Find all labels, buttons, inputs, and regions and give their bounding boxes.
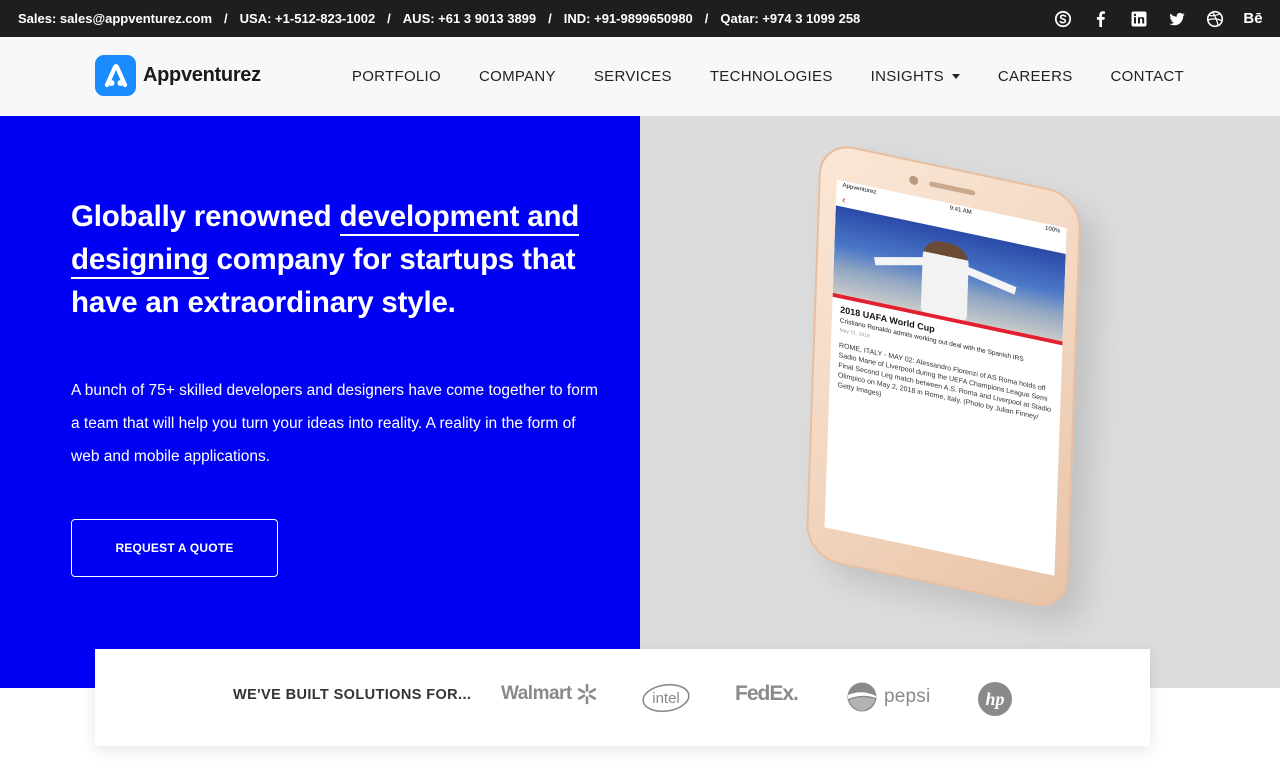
nav-services[interactable]: SERVICES: [594, 68, 672, 85]
clients-strip: WE'VE BUILT SOLUTIONS FOR... Walmart int…: [95, 649, 1150, 746]
main-nav: PORTFOLIO COMPANY SERVICES TECHNOLOGIES …: [352, 37, 1184, 116]
svg-text:hp: hp: [985, 689, 1004, 709]
qatar-phone-link[interactable]: Qatar: +974 3 1099 258: [720, 11, 860, 26]
nav-company[interactable]: COMPANY: [479, 68, 556, 85]
fedex-logo: FedEx.: [735, 682, 799, 705]
social-links: Bē: [1054, 0, 1263, 37]
walmart-spark-icon: [577, 683, 596, 705]
clients-label: WE'VE BUILT SOLUTIONS FOR...: [233, 687, 472, 703]
player-arm: [874, 257, 929, 266]
phone-camera: [909, 174, 919, 186]
site-logo[interactable]: Appventurez: [95, 55, 261, 96]
intel-logo: intel: [641, 682, 691, 714]
logo-text: Appventurez: [143, 64, 261, 86]
pepsi-logo: pepsi: [846, 681, 930, 713]
nav-insights[interactable]: INSIGHTS: [871, 68, 960, 85]
hp-logo: hp: [977, 681, 1013, 717]
separator: /: [704, 11, 709, 26]
hero-title-highlight: development and: [339, 200, 579, 236]
svg-text:intel: intel: [652, 690, 680, 707]
nav-careers[interactable]: CAREERS: [998, 68, 1073, 85]
dribbble-icon[interactable]: [1206, 10, 1224, 28]
hero-title-highlight: designing: [71, 243, 209, 279]
phone-mockup: Appventurez 9:41 AM 100% ‹ 2018 UAFA Wor…: [805, 140, 1082, 632]
aus-phone-link[interactable]: AUS: +61 3 9013 3899: [403, 11, 536, 26]
top-contact-bar: Sales: sales@appventurez.com / USA: +1-5…: [0, 0, 1280, 37]
twitter-icon[interactable]: [1168, 10, 1186, 28]
separator: /: [548, 11, 552, 26]
linkedin-icon[interactable]: [1130, 10, 1148, 28]
player-figure: [920, 237, 970, 322]
pepsi-globe-icon: [847, 682, 877, 712]
phone-speaker: [929, 181, 976, 196]
hero-title: Globally renowned development and design…: [71, 200, 580, 319]
contact-list: Sales: sales@appventurez.com / USA: +1-5…: [18, 0, 860, 37]
usa-phone-link[interactable]: USA: +1-512-823-1002: [240, 11, 376, 26]
ind-phone-link[interactable]: IND: +91-9899650980: [564, 11, 693, 26]
separator: /: [224, 11, 228, 26]
walmart-logo: Walmart: [501, 682, 599, 706]
skype-icon[interactable]: [1054, 10, 1072, 28]
facebook-icon[interactable]: [1092, 10, 1110, 28]
nav-contact[interactable]: CONTACT: [1111, 68, 1184, 85]
phone-screen: Appventurez 9:41 AM 100% ‹ 2018 UAFA Wor…: [824, 179, 1067, 576]
nav-insights-label: INSIGHTS: [870, 68, 944, 85]
hero-description: A bunch of 75+ skilled developers and de…: [71, 382, 598, 465]
behance-icon[interactable]: Bē: [1243, 10, 1263, 28]
chevron-down-icon: [951, 74, 960, 79]
site-header: Appventurez PORTFOLIO COMPANY SERVICES T…: [0, 37, 1280, 116]
behance-text: Bē: [1243, 10, 1263, 27]
sales-email-link[interactable]: Sales: sales@appventurez.com: [18, 11, 212, 26]
request-quote-button[interactable]: REQUEST A QUOTE: [71, 519, 278, 577]
separator: /: [387, 11, 391, 26]
phone-body: Appventurez 9:41 AM 100% ‹ 2018 UAFA Wor…: [805, 140, 1082, 613]
appventurez-logo-icon: [95, 55, 136, 96]
back-arrow-icon: ‹: [841, 194, 846, 207]
nav-portfolio[interactable]: PORTFOLIO: [352, 68, 441, 85]
nav-technologies[interactable]: TECHNOLOGIES: [710, 68, 833, 85]
player-arm: [962, 264, 1017, 295]
